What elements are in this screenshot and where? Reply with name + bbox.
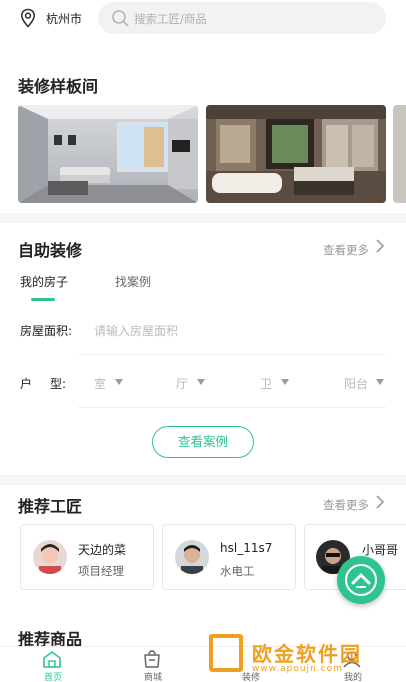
view-cases-button[interactable]: 查看案例 xyxy=(152,426,254,458)
select-hall[interactable]: 厅 xyxy=(176,375,188,392)
section-divider xyxy=(0,213,406,223)
dropdown-caret-icon xyxy=(197,379,205,385)
watermark-url: www.apoujn.com xyxy=(252,664,343,674)
layout-label-1: 户 xyxy=(20,377,33,391)
diy-title: 自助装修 xyxy=(18,241,83,260)
gallery-title: 装修样板间 xyxy=(18,77,99,96)
craftsmen-more-link[interactable]: 查看更多 xyxy=(323,497,369,513)
layout-divider xyxy=(78,407,386,408)
craftsmen-title: 推荐工匠 xyxy=(18,497,83,516)
select-room[interactable]: 室 xyxy=(94,375,106,392)
craftsman-role: 水电工 xyxy=(220,564,255,578)
area-divider xyxy=(78,354,386,355)
select-balcony[interactable]: 阳台 xyxy=(344,375,368,392)
back-to-top-button[interactable] xyxy=(337,556,385,604)
avatar xyxy=(33,540,67,574)
tab-my-house[interactable]: 我的房子 xyxy=(20,273,68,290)
avatar xyxy=(175,540,209,574)
craftsman-name: hsl_11s7 xyxy=(220,541,273,555)
diy-more-link[interactable]: 查看更多 xyxy=(323,242,369,258)
location-pin-icon[interactable] xyxy=(18,8,38,28)
watermark-logo xyxy=(209,634,243,672)
chevron-right-icon[interactable] xyxy=(374,238,386,254)
watermark-text: 欧金软件园 xyxy=(252,642,362,666)
nav-item-home[interactable]: 首页 xyxy=(44,670,62,682)
dropdown-caret-icon xyxy=(281,379,289,385)
dropdown-caret-icon xyxy=(376,379,384,385)
search-placeholder: 搜索工匠/商品 xyxy=(134,12,207,26)
chevron-right-icon[interactable] xyxy=(374,494,386,510)
nav-item-mall[interactable]: 商城 xyxy=(144,670,162,682)
shop-bag-icon[interactable] xyxy=(142,650,162,668)
area-input[interactable]: 请输入房屋面积 xyxy=(94,322,178,339)
area-label: 房屋面积: xyxy=(20,324,73,338)
dropdown-caret-icon xyxy=(115,379,123,385)
home-icon[interactable] xyxy=(42,650,62,668)
craftsman-name: 天边的菜 xyxy=(78,543,127,557)
showroom-image-bathroom[interactable] xyxy=(206,105,386,203)
nav-item-mine[interactable]: 我的 xyxy=(344,670,362,682)
craftsman-role: 项目经理 xyxy=(78,564,124,578)
tab-find-cases[interactable]: 找案例 xyxy=(115,273,151,290)
section-divider xyxy=(0,475,406,485)
search-icon xyxy=(110,8,130,28)
showroom-image-partial[interactable] xyxy=(393,105,406,203)
select-bath[interactable]: 卫 xyxy=(260,375,272,392)
showroom-image-living-room[interactable] xyxy=(18,105,198,203)
city-selector[interactable]: 杭州市 xyxy=(46,10,82,27)
layout-label-2: 型: xyxy=(50,377,67,391)
tab-active-indicator xyxy=(31,298,55,301)
